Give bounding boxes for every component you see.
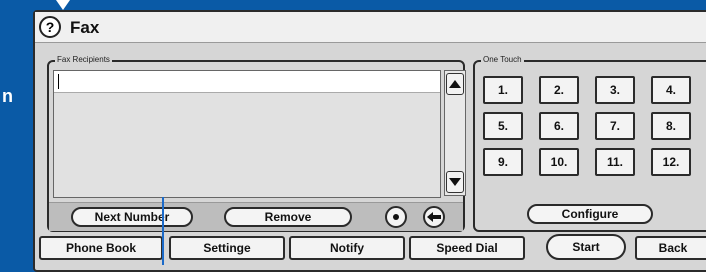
one-touch-label: One Touch xyxy=(481,55,524,65)
phone-book-button[interactable]: Phone Book xyxy=(39,236,163,260)
speed-dial-button[interactable]: Speed Dial xyxy=(409,236,525,260)
remove-button[interactable]: Remove xyxy=(224,207,352,227)
page-title: Fax xyxy=(70,18,100,37)
backspace-button[interactable] xyxy=(423,206,445,228)
scroll-up-button[interactable] xyxy=(446,73,464,95)
one-touch-key-2[interactable]: 2. xyxy=(539,76,579,104)
recipients-list[interactable] xyxy=(53,70,441,198)
recipients-scrollbar[interactable] xyxy=(444,70,466,196)
fax-recipients-label: Fax Recipients xyxy=(55,55,112,65)
one-touch-key-10[interactable]: 10. xyxy=(539,148,579,176)
start-button[interactable]: Start xyxy=(546,234,626,260)
side-label: n xyxy=(2,86,13,106)
one-touch-key-8[interactable]: 8. xyxy=(651,112,691,140)
dot-button[interactable] xyxy=(385,206,407,228)
pointer-guide-line xyxy=(162,197,164,265)
one-touch-key-6[interactable]: 6. xyxy=(539,112,579,140)
one-touch-key-9[interactable]: 9. xyxy=(483,148,523,176)
recipients-footer: Next Number Remove xyxy=(49,202,463,231)
configure-button[interactable]: Configure xyxy=(527,204,653,224)
backspace-arrow-icon xyxy=(427,212,441,222)
next-number-button[interactable]: Next Number xyxy=(71,207,193,227)
text-caret xyxy=(58,74,59,89)
recipient-input[interactable] xyxy=(54,71,440,93)
help-icon[interactable]: ? xyxy=(39,16,61,38)
scroll-down-button[interactable] xyxy=(446,171,464,193)
pointer-cursor-icon xyxy=(56,0,70,10)
settings-button[interactable]: Settinge xyxy=(169,236,285,260)
fax-recipients-group: Fax Recipients Next Number Remove xyxy=(47,55,466,232)
fax-panel: ? Fax Fax Recipients Next Number Remove xyxy=(33,10,706,272)
one-touch-key-3[interactable]: 3. xyxy=(595,76,635,104)
one-touch-key-5[interactable]: 5. xyxy=(483,112,523,140)
notify-button[interactable]: Notify xyxy=(289,236,405,260)
one-touch-key-7[interactable]: 7. xyxy=(595,112,635,140)
down-triangle-icon xyxy=(449,178,461,186)
one-touch-key-11[interactable]: 11. xyxy=(595,148,635,176)
one-touch-key-4[interactable]: 4. xyxy=(651,76,691,104)
one-touch-key-12[interactable]: 12. xyxy=(651,148,691,176)
one-touch-key-1[interactable]: 1. xyxy=(483,76,523,104)
up-triangle-icon xyxy=(449,80,461,88)
one-touch-group: One Touch 1. 2. 3. 4. 5. 6. 7. 8. 9. 10.… xyxy=(473,55,706,232)
dot-icon xyxy=(393,214,399,220)
back-button[interactable]: Back xyxy=(635,236,706,260)
title-bar: ? Fax xyxy=(35,12,706,43)
